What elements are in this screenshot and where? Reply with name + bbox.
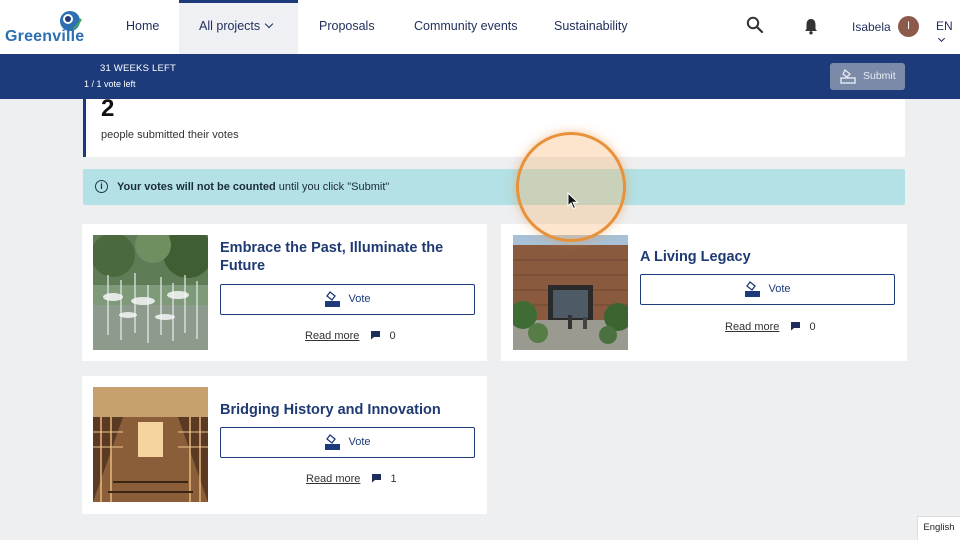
- top-navigation: Greenville Home All projects Proposals C…: [0, 0, 960, 54]
- vote-label: Vote: [348, 293, 371, 305]
- project-card: A Living Legacy Vote Read more 0: [501, 224, 907, 361]
- project-image[interactable]: [93, 235, 208, 350]
- chevron-down-icon: [264, 19, 274, 29]
- footer-language[interactable]: English: [917, 516, 960, 540]
- project-title[interactable]: Bridging History and Innovation: [220, 401, 470, 419]
- brand-name: Greenville: [5, 28, 85, 45]
- language-code: EN: [936, 19, 953, 33]
- project-meta: Read more 1: [306, 472, 397, 485]
- info-icon: i: [95, 180, 108, 193]
- time-left: 31 WEEKS LEFT: [100, 63, 176, 74]
- submit-label: Submit: [863, 70, 896, 82]
- nav-home[interactable]: Home: [126, 0, 159, 54]
- read-more-link[interactable]: Read more: [306, 473, 360, 485]
- ballot-box-icon: [325, 434, 340, 450]
- ballot-box-icon: [325, 291, 340, 307]
- notice-bold: Your votes will not be counted: [117, 181, 276, 193]
- project-meta: Read more 0: [725, 320, 816, 333]
- comment-icon: [791, 322, 801, 331]
- project-title[interactable]: Embrace the Past, Illuminate the Future: [220, 239, 470, 275]
- ballot-box-icon: [840, 69, 856, 84]
- project-meta: Read more 0: [305, 329, 396, 342]
- votes-not-counted-notice: i Your votes will not be counted until y…: [83, 169, 905, 205]
- comment-icon: [372, 474, 382, 483]
- search-icon[interactable]: [746, 16, 764, 34]
- project-card: Embrace the Past, Illuminate the Future …: [82, 224, 487, 361]
- voters-label: people submitted their votes: [101, 129, 239, 141]
- notice-text: until you click "Submit": [275, 181, 390, 193]
- avatar[interactable]: I: [898, 16, 919, 37]
- voters-stats-card: 2 people submitted their votes: [83, 95, 905, 157]
- nav-sustainability[interactable]: Sustainability: [554, 0, 628, 54]
- submit-button[interactable]: Submit: [830, 63, 905, 90]
- voters-count: 2: [101, 95, 115, 122]
- nav-all-projects[interactable]: All projects: [179, 0, 298, 54]
- project-card: Bridging History and Innovation Vote Rea…: [82, 376, 487, 514]
- nav-all-projects-label: All projects: [199, 19, 261, 33]
- vote-label: Vote: [348, 436, 371, 448]
- vote-button[interactable]: Vote: [220, 284, 475, 315]
- ballot-box-icon: [745, 281, 760, 297]
- vote-button[interactable]: Vote: [640, 274, 895, 305]
- vote-label: Vote: [768, 283, 791, 295]
- mouse-cursor-icon: [567, 192, 579, 210]
- comment-count: 0: [809, 321, 816, 333]
- voting-status-bar: 31 WEEKS LEFT 1 / 1 vote left Submit: [0, 54, 960, 99]
- project-image[interactable]: [93, 387, 208, 502]
- bell-icon[interactable]: [803, 17, 819, 35]
- language-selector[interactable]: EN: [936, 19, 960, 47]
- nav-proposals[interactable]: Proposals: [319, 0, 375, 54]
- chevron-down-icon: [937, 34, 946, 43]
- project-image[interactable]: [513, 235, 628, 350]
- cursor-highlight: [516, 132, 626, 242]
- comment-icon: [371, 331, 381, 340]
- comment-count: 0: [389, 330, 396, 342]
- user-name[interactable]: Isabela: [852, 20, 891, 34]
- nav-community-events[interactable]: Community events: [414, 0, 518, 54]
- vote-button[interactable]: Vote: [220, 427, 475, 458]
- greenville-logo[interactable]: Greenville: [5, 8, 85, 48]
- project-title[interactable]: A Living Legacy: [640, 248, 890, 266]
- votes-left: 1 / 1 vote left: [84, 79, 136, 89]
- read-more-link[interactable]: Read more: [305, 330, 359, 342]
- read-more-link[interactable]: Read more: [725, 321, 779, 333]
- comment-count: 1: [390, 473, 397, 485]
